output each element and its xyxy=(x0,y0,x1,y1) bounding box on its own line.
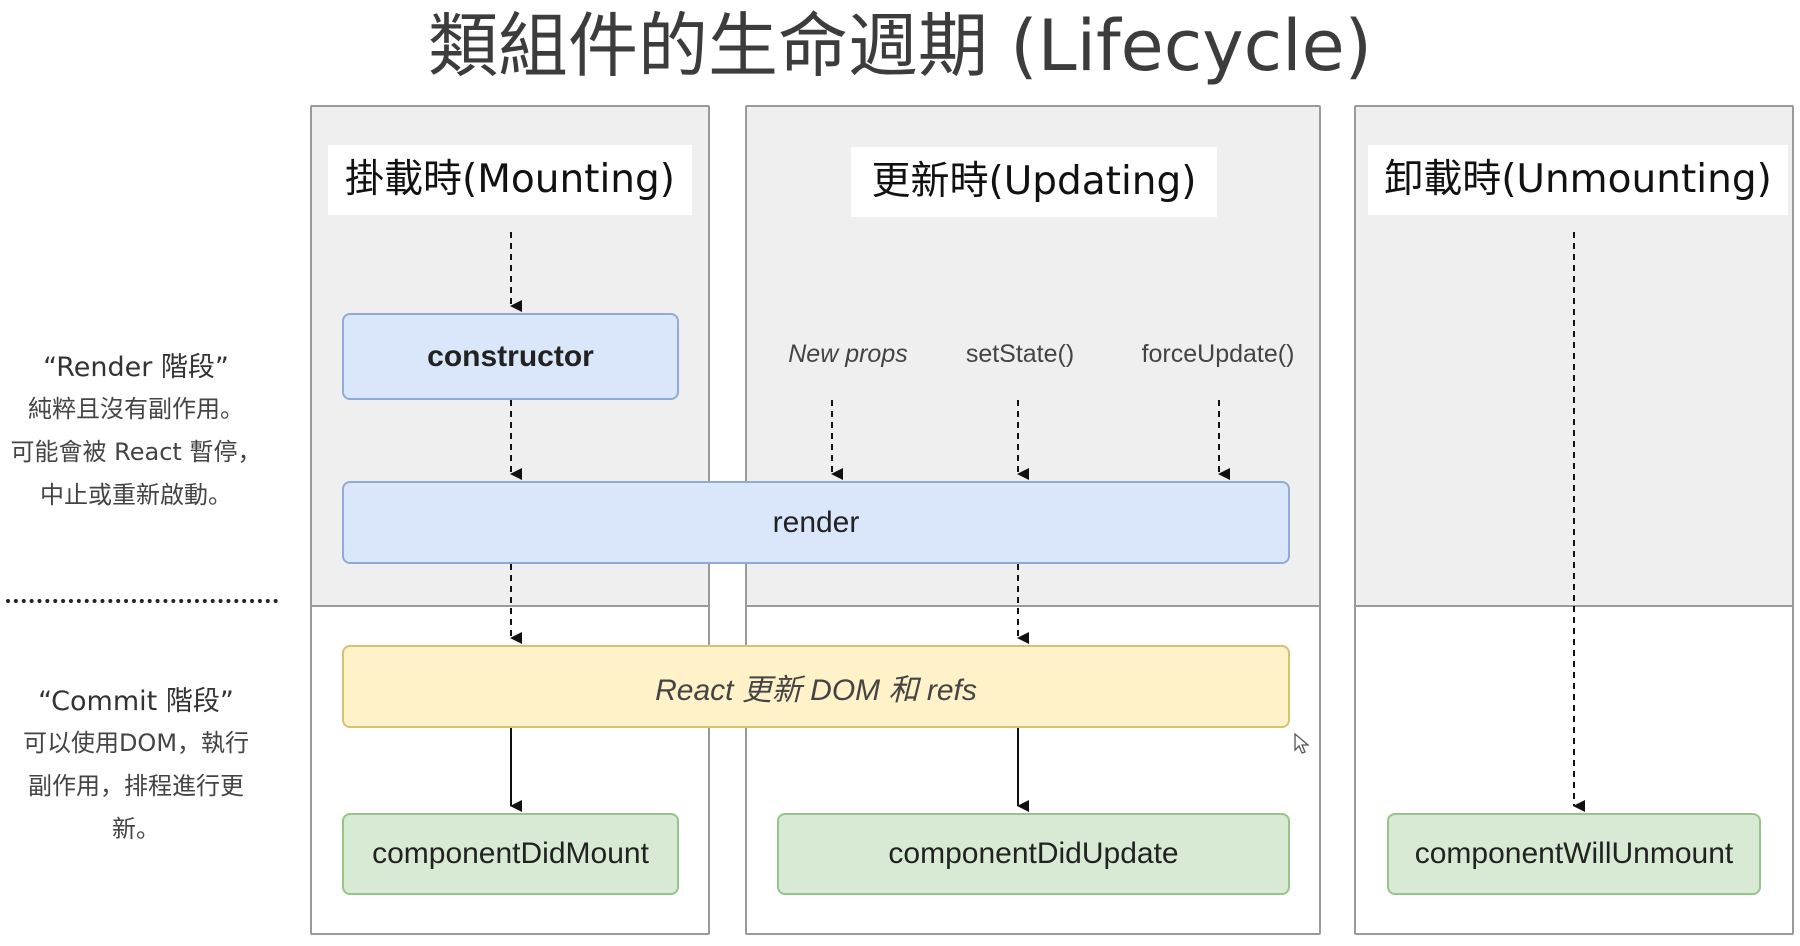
constructor-box: constructor xyxy=(342,313,679,400)
component-did-update-box: componentDidUpdate xyxy=(777,813,1290,895)
component-did-mount-box: componentDidMount xyxy=(342,813,679,895)
component-will-unmount-box: componentWillUnmount xyxy=(1387,813,1761,895)
react-update-dom-box: React 更新 DOM 和 refs xyxy=(342,645,1290,728)
render-box: render xyxy=(342,481,1290,564)
mouse-cursor-icon xyxy=(1294,732,1310,754)
flow-arrows xyxy=(510,232,1585,812)
